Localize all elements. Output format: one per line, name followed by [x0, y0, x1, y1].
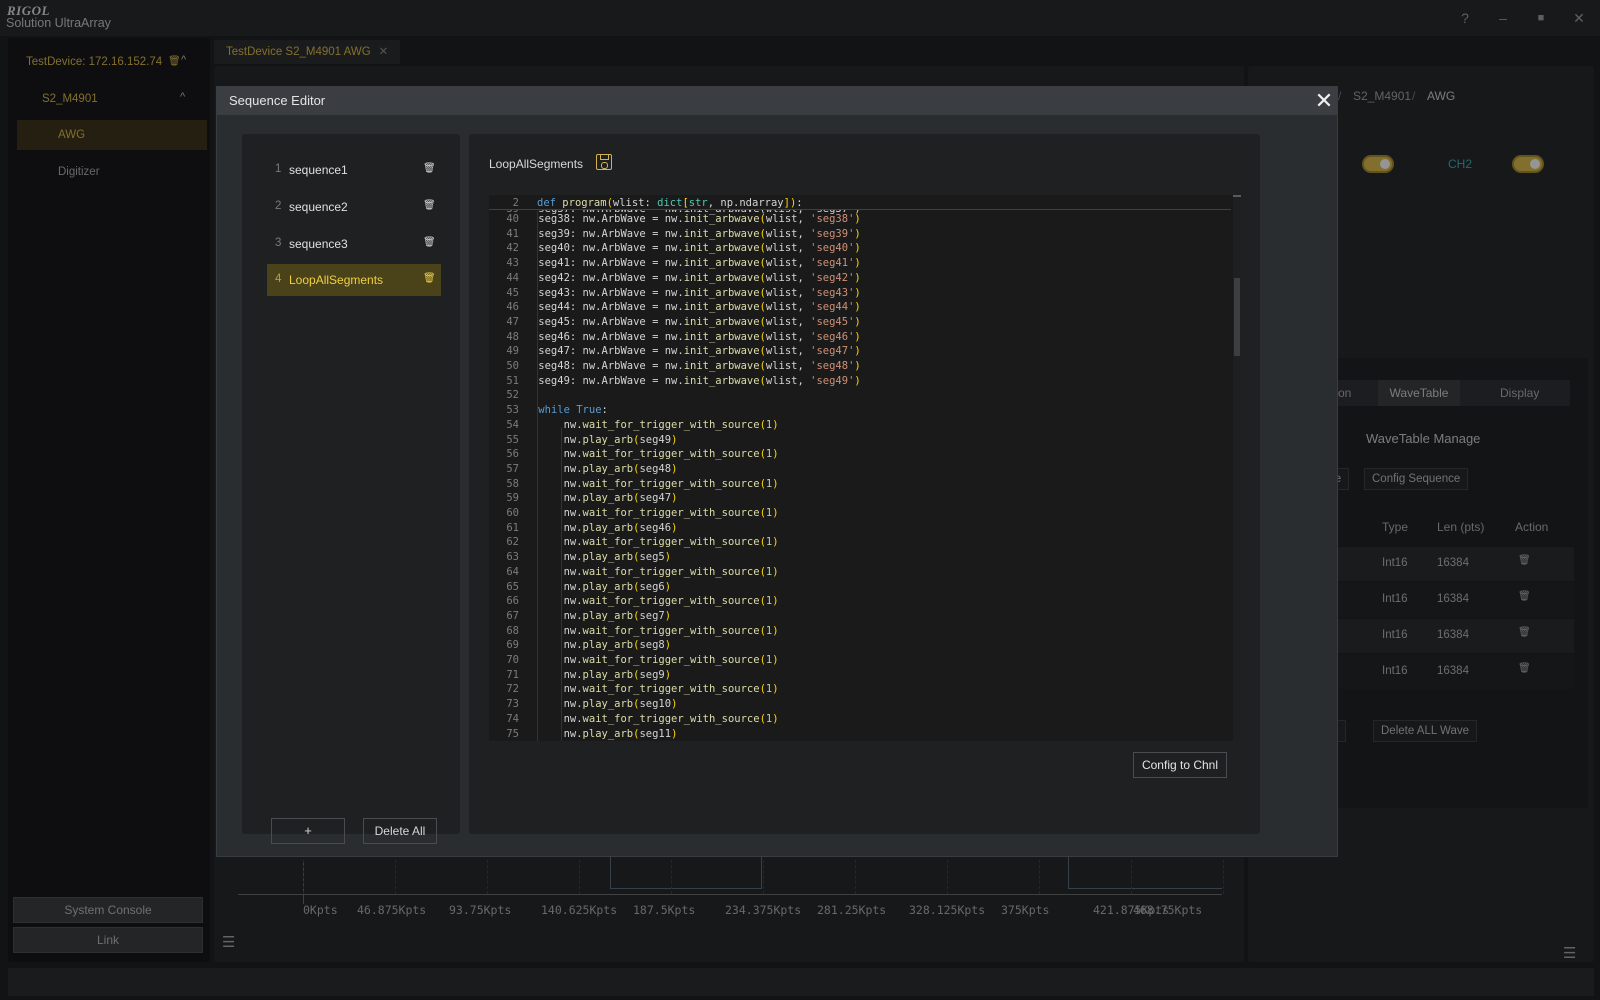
sequence-name[interactable]: sequence1 — [289, 163, 348, 177]
sequence-number: 3 — [275, 237, 282, 249]
close-icon[interactable]: ✕ — [1311, 88, 1337, 114]
code-line[interactable]: nw.wait_for_trigger_with_source(1) — [513, 566, 779, 578]
code-line[interactable]: seg47: nw.ArbWave = nw.init_arbwave(wlis… — [513, 345, 860, 357]
add-sequence-button[interactable]: + — [271, 818, 345, 844]
code-line[interactable]: nw.wait_for_trigger_with_source(1) — [513, 478, 779, 490]
scrollbar-marker — [1233, 195, 1241, 197]
sequence-number: 1 — [275, 163, 282, 175]
scrollbar-thumb[interactable] — [1234, 278, 1240, 356]
code-line[interactable]: nw.play_arb(seg7) — [513, 610, 672, 622]
code-line[interactable]: nw.play_arb(seg9) — [513, 669, 672, 681]
code-line[interactable]: nw.wait_for_trigger_with_source(1) — [513, 507, 779, 519]
line-number: 52 — [506, 389, 519, 402]
code-line[interactable]: nw.play_arb(seg11) — [513, 728, 678, 740]
code-line: def program(wlist: dict[str, np.ndarray]… — [537, 197, 803, 209]
code-line[interactable]: nw.wait_for_trigger_with_source(1) — [513, 536, 779, 548]
code-line[interactable]: nw.play_arb(seg46) — [513, 522, 678, 534]
sequence-list-panel: 1 sequence1 🗑 2 sequence2 🗑 3 sequence3 … — [242, 134, 460, 844]
code-line[interactable]: seg39: nw.ArbWave = nw.init_arbwave(wlis… — [513, 228, 860, 240]
sequence-title: LoopAllSegments — [489, 157, 584, 171]
delete-all-button[interactable]: Delete All — [363, 818, 437, 844]
code-line[interactable]: seg45: nw.ArbWave = nw.init_arbwave(wlis… — [513, 316, 860, 328]
sequence-name[interactable]: sequence3 — [289, 237, 348, 251]
trash-icon[interactable]: 🗑 — [423, 237, 436, 248]
code-line[interactable]: seg41: nw.ArbWave = nw.init_arbwave(wlis… — [513, 257, 860, 269]
dialog-title: Sequence Editor — [229, 93, 326, 108]
code-line[interactable]: while True: — [513, 404, 608, 416]
sequence-item-active[interactable]: 4 LoopAllSegments 🗑 — [267, 264, 441, 296]
code-line[interactable]: nw.wait_for_trigger_with_source(1) — [513, 625, 779, 637]
code-line[interactable]: nw.wait_for_trigger_with_source(1) — [513, 448, 779, 460]
code-line[interactable]: nw.wait_for_trigger_with_source(1) — [513, 595, 779, 607]
code-line[interactable]: seg38: nw.ArbWave = nw.init_arbwave(wlis… — [513, 213, 860, 225]
sequence-number: 2 — [275, 200, 282, 212]
code-line[interactable]: seg42: nw.ArbWave = nw.init_arbwave(wlis… — [513, 272, 860, 284]
code-line[interactable]: nw.wait_for_trigger_with_source(1) — [513, 654, 779, 666]
code-line[interactable]: nw.wait_for_trigger_with_source(1) — [513, 713, 779, 725]
code-line[interactable]: seg43: nw.ArbWave = nw.init_arbwave(wlis… — [513, 287, 860, 299]
code-line[interactable]: nw.play_arb(seg10) — [513, 698, 678, 710]
code-line[interactable]: seg49: nw.ArbWave = nw.init_arbwave(wlis… — [513, 375, 860, 387]
sticky-scroll-header: 2 def program(wlist: dict[str, np.ndarra… — [489, 195, 1231, 210]
sequence-item[interactable]: 1 sequence1 🗑 — [267, 154, 441, 186]
code-line[interactable]: seg48: nw.ArbWave = nw.init_arbwave(wlis… — [513, 360, 860, 372]
scrollbar[interactable] — [1233, 195, 1241, 741]
trash-icon[interactable]: 🗑 — [423, 273, 436, 284]
code-panel: LoopAllSegments 39 seg37: nw.ArbWave = n… — [469, 134, 1260, 834]
code-line[interactable]: seg40: nw.ArbWave = nw.init_arbwave(wlis… — [513, 242, 860, 254]
config-to-chnl-button[interactable]: Config to Chnl — [1133, 752, 1227, 778]
sequence-editor-dialog: Sequence Editor ✕ 1 sequence1 🗑 2 sequen… — [216, 86, 1338, 857]
code-line[interactable]: nw.wait_for_trigger_with_source(1) — [513, 419, 779, 431]
code-line[interactable]: nw.play_arb(seg8) — [513, 639, 672, 651]
code-editor[interactable]: 39 seg37: nw.ArbWave = nw.init_arbwave(w… — [489, 195, 1241, 741]
code-line[interactable]: nw.play_arb(seg47) — [513, 492, 678, 504]
code-line[interactable]: nw.play_arb(seg48) — [513, 463, 678, 475]
code-line[interactable]: nw.play_arb(seg6) — [513, 581, 672, 593]
trash-icon[interactable]: 🗑 — [423, 163, 436, 174]
code-line[interactable]: nw.wait_for_trigger_with_source(1) — [513, 683, 779, 695]
sequence-item[interactable]: 3 sequence3 🗑 — [267, 228, 441, 260]
save-icon[interactable] — [596, 154, 612, 170]
sequence-name[interactable]: LoopAllSegments — [289, 273, 383, 287]
sequence-number: 4 — [275, 273, 282, 285]
trash-icon[interactable]: 🗑 — [423, 200, 436, 211]
code-line[interactable]: seg44: nw.ArbWave = nw.init_arbwave(wlis… — [513, 301, 860, 313]
code-line[interactable]: nw.play_arb(seg49) — [513, 434, 678, 446]
dialog-header: Sequence Editor ✕ — [217, 87, 1337, 115]
sequence-item[interactable]: 2 sequence2 🗑 — [267, 191, 441, 223]
code-line[interactable]: nw.play_arb(seg5) — [513, 551, 672, 563]
sequence-name[interactable]: sequence2 — [289, 200, 348, 214]
line-number: 2 — [512, 197, 519, 209]
code-line[interactable]: seg46: nw.ArbWave = nw.init_arbwave(wlis… — [513, 331, 860, 343]
